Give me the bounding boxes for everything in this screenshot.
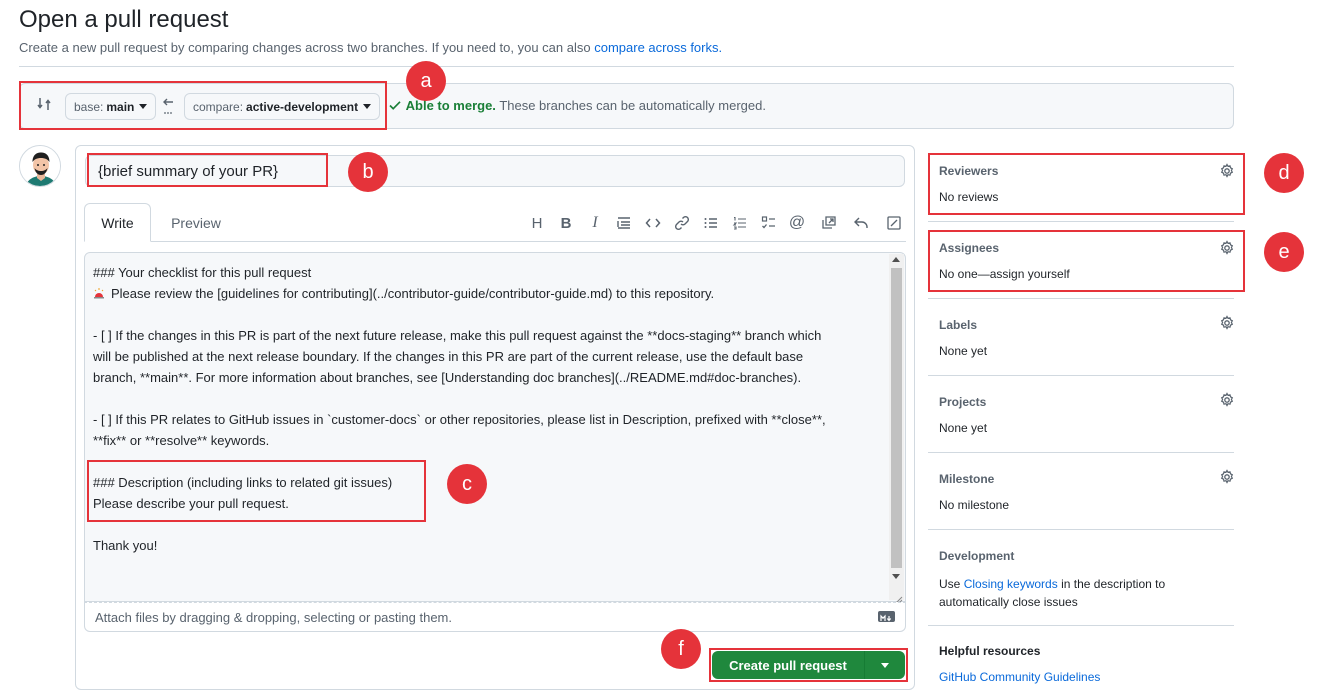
annotation-box-d bbox=[928, 153, 1245, 215]
fullscreen-icon[interactable] bbox=[883, 212, 905, 234]
projects-title[interactable]: Projects bbox=[939, 395, 986, 409]
body-line: Thank you! bbox=[93, 538, 158, 553]
annotation-badge-f: f bbox=[661, 629, 701, 669]
task-list-icon[interactable] bbox=[758, 212, 780, 234]
merge-status-text: These branches can be automatically merg… bbox=[499, 98, 766, 113]
reference-icon[interactable] bbox=[818, 212, 840, 234]
reply-icon[interactable] bbox=[850, 212, 872, 234]
mention-icon[interactable]: @ bbox=[786, 212, 808, 234]
milestone-value: No milestone bbox=[939, 498, 1010, 512]
sidebar-divider bbox=[928, 221, 1234, 222]
merge-status: Able to merge. These branches can be aut… bbox=[388, 98, 766, 113]
sidebar-divider bbox=[928, 452, 1234, 453]
body-line: will be published at the next release bo… bbox=[93, 349, 804, 364]
annotation-box-e bbox=[928, 230, 1245, 292]
helpful-resources-title: Helpful resources bbox=[939, 644, 1041, 658]
projects-gear-icon[interactable] bbox=[1219, 392, 1235, 408]
ordered-list-icon[interactable] bbox=[729, 212, 751, 234]
closing-keywords-link[interactable]: Closing keywords bbox=[964, 577, 1058, 591]
body-line: **fix** or **resolve** keywords. bbox=[93, 433, 270, 448]
quote-icon[interactable] bbox=[613, 212, 635, 234]
body-line: ### Your checklist for this pull request bbox=[93, 265, 312, 280]
compare-across-forks-link[interactable]: compare across forks. bbox=[594, 40, 722, 55]
body-line bbox=[93, 388, 883, 409]
link-icon[interactable] bbox=[671, 212, 693, 234]
markdown-icon bbox=[878, 611, 895, 622]
header-divider bbox=[19, 66, 1234, 67]
body-line bbox=[93, 304, 883, 325]
annotation-badge-c: c bbox=[447, 464, 487, 504]
page-subtitle: Create a new pull request by comparing c… bbox=[19, 40, 722, 55]
italic-icon[interactable]: I bbox=[584, 212, 606, 234]
labels-title[interactable]: Labels bbox=[939, 318, 977, 332]
body-line: - [ ] If the changes in this PR is part … bbox=[93, 328, 822, 343]
sidebar-divider bbox=[928, 625, 1234, 626]
projects-value: None yet bbox=[939, 421, 988, 435]
annotation-box-c bbox=[87, 460, 426, 522]
annotation-box-a bbox=[19, 81, 387, 130]
alert-emoji-icon bbox=[93, 284, 105, 299]
sidebar-divider bbox=[928, 298, 1234, 299]
resize-handle-icon[interactable] bbox=[895, 591, 903, 604]
subtitle-text: Create a new pull request by comparing c… bbox=[19, 40, 591, 55]
body-line: - [ ] If this PR relates to GitHub issue… bbox=[93, 412, 826, 427]
annotation-badge-e: e bbox=[1264, 232, 1304, 272]
sidebar-divider bbox=[928, 529, 1234, 530]
annotation-badge-b: b bbox=[348, 152, 388, 192]
sidebar-divider bbox=[928, 375, 1234, 376]
scroll-up-icon[interactable] bbox=[892, 257, 900, 262]
code-icon[interactable] bbox=[642, 212, 664, 234]
attach-files-area[interactable]: Attach files by dragging & dropping, sel… bbox=[84, 602, 906, 632]
milestone-title[interactable]: Milestone bbox=[939, 472, 994, 486]
body-line: branch, **main**. For more information a… bbox=[93, 370, 802, 385]
annotation-badge-a: a bbox=[406, 61, 446, 101]
tab-preview[interactable]: Preview bbox=[160, 203, 232, 242]
annotation-box-b bbox=[87, 153, 328, 187]
avatar bbox=[19, 145, 61, 187]
body-line: Please review the [guidelines for contri… bbox=[93, 283, 883, 304]
community-guidelines-link[interactable]: GitHub Community Guidelines bbox=[939, 670, 1100, 684]
annotation-badge-d: d bbox=[1264, 153, 1304, 193]
tab-write[interactable]: Write bbox=[84, 203, 151, 242]
annotation-box-f bbox=[709, 648, 908, 682]
labels-gear-icon[interactable] bbox=[1219, 315, 1235, 331]
editor-scrollbar-thumb[interactable] bbox=[891, 268, 902, 568]
development-title: Development bbox=[939, 549, 1015, 563]
bold-icon[interactable]: B bbox=[555, 212, 577, 234]
milestone-gear-icon[interactable] bbox=[1219, 469, 1235, 485]
page-title: Open a pull request bbox=[19, 6, 229, 33]
labels-value: None yet bbox=[939, 344, 988, 358]
development-text: Use Closing keywords in the description … bbox=[939, 577, 1166, 609]
unordered-list-icon[interactable] bbox=[700, 212, 722, 234]
helpful-resources-value: GitHub Community Guidelines bbox=[939, 670, 1100, 684]
merge-status-ok: Able to merge. bbox=[405, 98, 496, 113]
check-icon bbox=[389, 101, 401, 110]
scroll-down-icon[interactable] bbox=[892, 574, 900, 579]
heading-icon[interactable]: H bbox=[526, 212, 548, 234]
